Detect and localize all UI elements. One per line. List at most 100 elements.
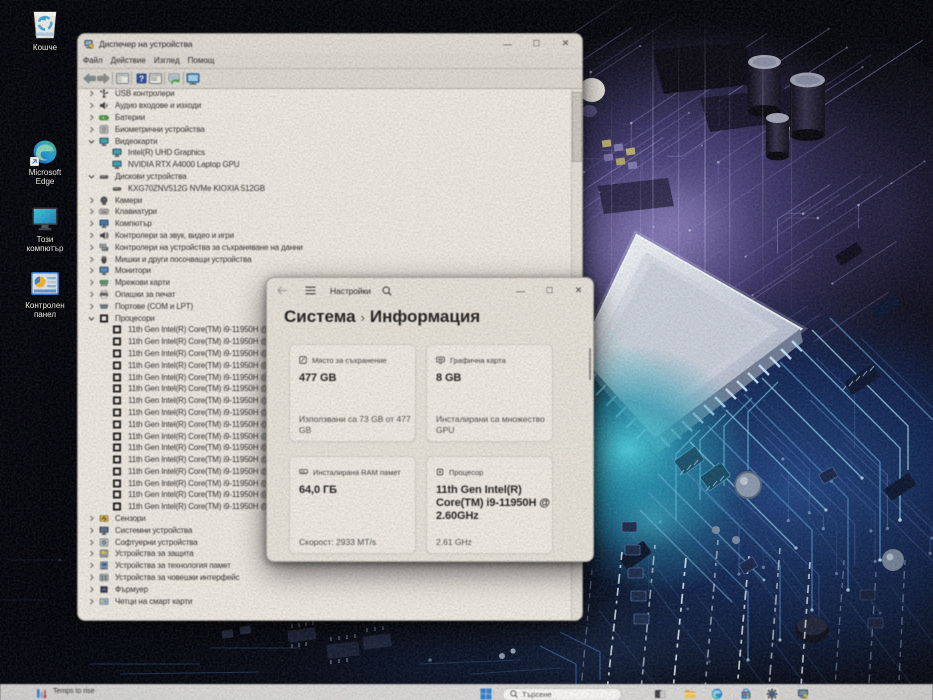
settings-card-ram[interactable]: Инсталирана RAM памет 64,0 ГБ Скорост: 293… [289,456,416,554]
hamburger-menu-icon[interactable] [305,286,316,295]
device-manager-menubar: Файл Действие Изглед Помощ [78,53,582,69]
taskbar-center: Търсене [480,687,809,700]
chevron-right-icon[interactable] [88,303,95,310]
chevron-right-icon[interactable] [88,220,95,227]
minimize-button[interactable]: — [506,282,535,299]
tree-item[interactable]: Аудио входове и изходи [78,100,572,112]
search-icon[interactable] [382,285,392,296]
menu-file[interactable]: Файл [83,56,103,65]
tree-item[interactable]: KXG70ZNV512G NVMe KIOXIA 512GB [78,182,572,194]
tree-item[interactable]: Контролери за звук, видео и игри [78,230,572,242]
settings-card-gpu[interactable]: Графична карта 8 GB Инсталирани са множест… [426,344,553,442]
breadcrumb-page: Информация [369,307,481,326]
tree-item-label: Фърмуер [115,584,148,594]
properties-icon[interactable] [148,71,162,86]
hid-device-icon [99,573,109,582]
windows-start-icon[interactable] [480,688,492,700]
tree-item[interactable]: Клавиатури [78,206,572,218]
maximize-button[interactable]: ☐ [522,35,551,52]
back-arrow-icon[interactable] [277,286,288,295]
chevron-right-icon[interactable] [88,574,95,581]
chevron-right-icon[interactable] [88,197,95,204]
tree-item[interactable]: Четци на смарт карти [78,595,572,607]
tree-item-label: Четци на смарт карти [115,596,193,606]
chevron-right-icon[interactable] [88,114,95,121]
card-value: 11th Gen Intel(R) Core(TM) i9-11950H @ 2… [436,484,550,522]
settings-card-cpu[interactable]: Процесор 11th Gen Intel(R) Core(TM) i9-11… [426,456,553,554]
chevron-right-icon[interactable] [88,208,95,215]
disk-device-icon [99,172,109,181]
microsoft-edge-icon[interactable] [711,688,723,700]
chevron-right-icon[interactable] [88,291,95,298]
tree-item-label: Монитори [115,266,151,276]
microsoft-store-icon[interactable] [740,688,752,700]
taskbar-search-box[interactable]: Търсене [502,687,622,700]
tree-item[interactable]: Фърмуер [78,583,572,595]
tree-item[interactable]: Мишки и други посочващи устройства [78,253,572,265]
tree-item[interactable]: NVIDIA RTX A4000 Laptop GPU [78,159,572,171]
tree-item[interactable]: Контролери на устройства за съхраняване … [78,241,572,253]
scrollbar-thumb[interactable] [572,92,582,162]
tree-item[interactable]: Камери [78,194,572,206]
menu-help[interactable]: Помощ [188,56,215,65]
tree-item[interactable]: Intel(R) UHD Graphics [78,147,572,159]
chevron-right-icon[interactable] [88,244,95,251]
tree-item[interactable]: Биометрични устройства [78,123,572,135]
breadcrumb-section[interactable]: Система [284,307,356,327]
chevron-right-icon[interactable] [88,562,95,569]
chevron-right-icon[interactable] [88,539,95,546]
taskbar-weather-widget[interactable]: Temps to rise [36,687,95,699]
tree-item-label: Мрежови карти [115,278,170,288]
chevron-down-icon[interactable] [88,138,95,145]
task-view-icon[interactable] [654,688,666,700]
tree-item[interactable]: Устройства за човешки интерфейс [78,572,572,584]
desktop-icon-this-pc[interactable]: Този компютър [14,206,76,253]
chevron-down-icon[interactable] [88,315,95,322]
chevron-right-icon[interactable] [88,267,95,274]
close-button[interactable]: ✕ [564,282,593,299]
tree-item[interactable]: Дискови устройства [78,171,572,183]
settings-gear-icon[interactable] [766,688,778,700]
minimize-button[interactable]: — [493,35,522,52]
desktop-icon-microsoft-edge[interactable]: Microsoft Edge [14,139,76,186]
chevron-right-icon[interactable] [88,586,95,593]
desktop-icon-control-panel[interactable]: Контролен панел [14,271,76,319]
chevron-down-icon[interactable] [88,173,95,180]
chevron-right-icon[interactable] [88,550,95,557]
menu-view[interactable]: Изглед [154,56,180,65]
settings-titlebar[interactable]: Настройки — ☐ ✕ [267,278,593,303]
chevron-right-icon[interactable] [88,279,95,286]
chevron-right-icon[interactable] [88,102,95,109]
card-title: Място за съхранение [312,355,387,365]
chevron-right-icon[interactable] [88,126,95,133]
desktop-icon-recycle-bin[interactable]: Кошче [14,8,76,52]
chevron-right-icon[interactable] [88,515,95,522]
chevron-right-icon[interactable] [88,527,95,534]
close-button[interactable]: ✕ [551,35,580,52]
tree-item[interactable]: Компютър [78,218,572,230]
settings-scrollbar-thumb[interactable] [589,348,591,380]
show-console-tree-icon[interactable] [115,71,129,86]
chevron-right-icon[interactable] [88,232,95,239]
tree-item[interactable]: Видеокарти [78,135,572,147]
chevron-right-icon[interactable] [88,256,95,263]
back-arrow-icon[interactable] [82,71,96,86]
settings-card-storage[interactable]: Място за съхранение 477 GB Използвани са 7… [289,344,416,442]
forward-arrow-icon[interactable] [96,71,110,86]
biometric-device-icon [99,124,109,134]
chevron-right-icon[interactable] [88,90,95,97]
tree-item[interactable]: USB контролери [78,88,572,100]
menu-action[interactable]: Действие [111,56,146,65]
tree-item[interactable]: Монитори [78,265,572,277]
device-manager-taskbar-icon[interactable] [797,688,809,700]
file-explorer-icon[interactable] [684,688,696,700]
tree-item[interactable]: Батерии [78,112,572,124]
device-manager-titlebar[interactable]: Диспечер на устройства — ☐ ✕ [78,34,582,53]
scan-hardware-changes-icon[interactable] [167,71,181,86]
help-icon[interactable]: ? [134,71,148,86]
maximize-button[interactable]: ☐ [535,282,564,299]
devices-by-type-icon[interactable] [186,71,200,86]
desktop: Кошче Microsoft Edge Този компютър Контр… [0,0,933,700]
chevron-right-icon[interactable] [88,598,95,605]
tree-item-label: Системни устройства [115,525,193,535]
